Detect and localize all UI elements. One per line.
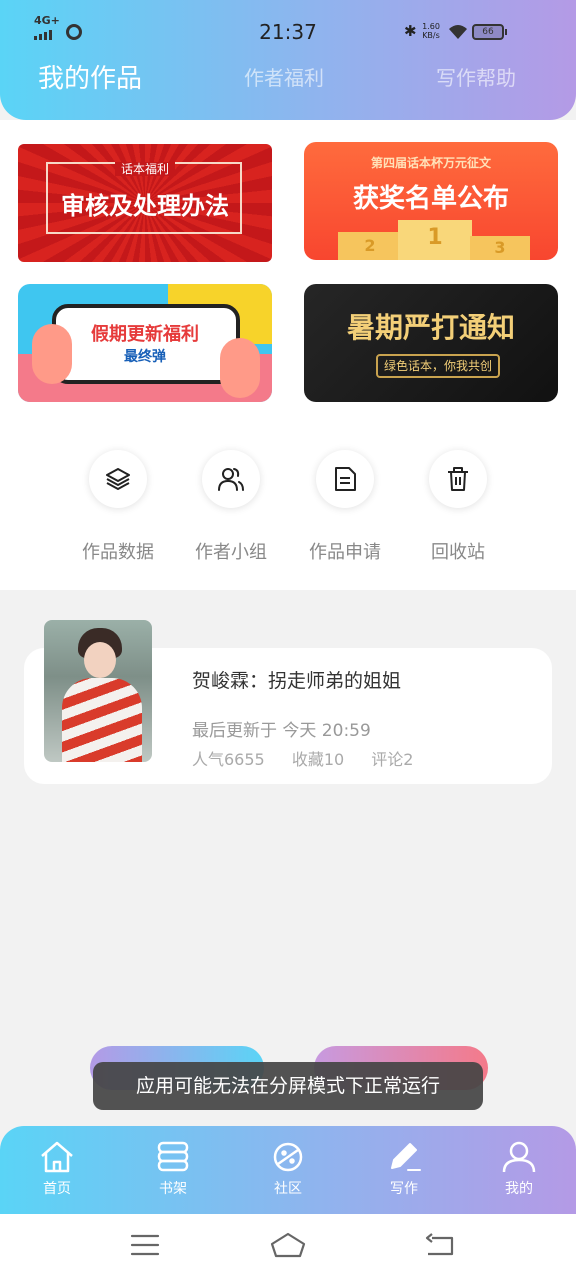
speed-value: 1.60 — [422, 22, 440, 31]
banner-title: 暑期严打通知 — [346, 311, 515, 344]
work-cover-image[interactable] — [44, 620, 152, 762]
banner-title: 审核及处理办法 — [61, 192, 229, 220]
work-comments: 评论2 — [371, 750, 414, 769]
work-stats: 人气6655 收藏10 评论2 — [192, 746, 435, 770]
network-speed: 1.60 KB/s — [420, 22, 442, 40]
tab-author-benefits[interactable]: 作者福利 — [244, 62, 324, 91]
nav-bookshelf[interactable]: 书架 — [133, 1140, 213, 1198]
work-last-updated: 最后更新于 今天 20:59 — [192, 721, 371, 741]
podium-third: 3 — [470, 236, 530, 260]
split-screen-toast: 应用可能无法在分屏模式下正常运行 — [93, 1062, 483, 1110]
users-icon — [218, 468, 244, 491]
banner-grid: 话本福利 审核及处理办法 第四届话本杯万元征文 获奖名单公布 2 1 3 假期更… — [0, 120, 576, 402]
document-icon — [335, 467, 356, 491]
banner-award-list[interactable]: 第四届话本杯万元征文 获奖名单公布 2 1 3 — [304, 142, 558, 260]
speed-unit: KB/s — [422, 31, 440, 40]
quick-action-label: 作品申请 — [309, 542, 381, 563]
status-bar: 4G+ 21:37 ✱ 1.60 KB/s 66 — [0, 14, 576, 48]
banner-holiday-update[interactable]: 假期更新福利 最终弹 — [18, 284, 272, 402]
nav-label: 写作 — [390, 1181, 418, 1197]
bottom-nav: 首页 书架 社区 写作 我的 — [0, 1126, 576, 1214]
banner-small-text: 第四届话本杯万元征文 — [370, 156, 491, 170]
banner-review-policy[interactable]: 话本福利 审核及处理办法 — [18, 144, 272, 262]
layers-icon — [106, 468, 130, 490]
trash-icon — [448, 467, 468, 491]
podium-second: 2 — [338, 232, 402, 260]
nav-home[interactable]: 首页 — [17, 1140, 97, 1198]
work-title: 贺峻霖：拐走师弟的姐姐 — [192, 670, 402, 692]
quick-action-work-data[interactable]: 作品数据 — [58, 450, 178, 564]
quick-action-work-application[interactable]: 作品申请 — [285, 450, 405, 564]
banner-title: 假期更新福利 — [91, 324, 199, 345]
tab-writing-help[interactable]: 写作帮助 — [436, 62, 516, 91]
quick-actions: 作品数据 作者小组 作品申请 回收站 — [0, 402, 576, 590]
header-tabs: 我的作品 作者福利 写作帮助 — [0, 62, 576, 102]
nav-label: 社区 — [274, 1181, 302, 1197]
battery-icon: 66 — [472, 24, 507, 40]
wifi-icon — [449, 25, 467, 39]
back-icon[interactable] — [424, 1232, 454, 1258]
planet-icon — [273, 1142, 303, 1172]
banner-summer-crackdown[interactable]: 暑期严打通知 绿色话本，你我共创 — [304, 284, 558, 402]
profile-icon — [502, 1141, 536, 1173]
work-popularity: 人气6655 — [192, 750, 265, 769]
banner-small-text: 话本福利 — [114, 162, 175, 176]
tab-my-works[interactable]: 我的作品 — [38, 58, 142, 95]
banner-subtitle: 最终弹 — [124, 349, 166, 365]
nav-label: 首页 — [43, 1181, 71, 1197]
system-home-icon[interactable] — [270, 1232, 306, 1258]
quick-action-label: 作者小组 — [195, 542, 267, 563]
quick-action-author-group[interactable]: 作者小组 — [171, 450, 291, 564]
nav-community[interactable]: 社区 — [248, 1140, 328, 1198]
quick-action-recycle-bin[interactable]: 回收站 — [398, 450, 518, 564]
work-favorites: 收藏10 — [291, 750, 345, 769]
nav-write[interactable]: 写作 — [364, 1140, 444, 1198]
quick-action-label: 作品数据 — [82, 542, 154, 563]
menu-icon[interactable] — [130, 1232, 160, 1258]
nav-label: 我的 — [505, 1181, 533, 1197]
podium-first: 1 — [398, 220, 472, 260]
pen-icon — [391, 1143, 421, 1171]
system-nav-bar — [0, 1214, 576, 1280]
home-icon — [41, 1141, 73, 1173]
banner-title: 获奖名单公布 — [352, 184, 509, 214]
quick-action-label: 回收站 — [431, 542, 485, 563]
nav-profile[interactable]: 我的 — [479, 1140, 559, 1198]
bookshelf-icon — [157, 1141, 189, 1172]
nav-label: 书架 — [159, 1181, 187, 1197]
bluetooth-icon: ✱ — [404, 22, 417, 40]
banner-subtitle: 绿色话本，你我共创 — [376, 354, 500, 378]
header: 4G+ 21:37 ✱ 1.60 KB/s 66 我的作品 作者福利 写作帮助 — [0, 0, 576, 120]
